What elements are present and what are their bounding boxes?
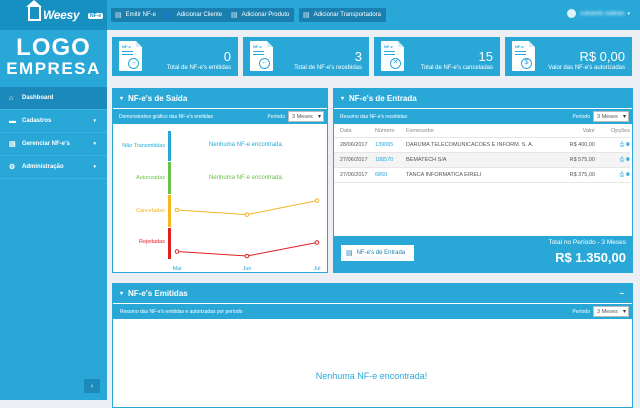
chevron-down-icon: ▾ bbox=[341, 96, 345, 102]
panel-header: ▾ NF-e's de Entrada bbox=[334, 89, 632, 108]
emitidas-panel: ▾ NF-e's Emitidas − Resumo das NF-e's emit… bbox=[112, 283, 633, 408]
data-point-canceladas-jun bbox=[244, 212, 250, 217]
stat-label: Total de NF-e's canceladas bbox=[420, 65, 493, 71]
gear-icon: ⚙ bbox=[9, 164, 16, 171]
stat-label: Valor das NF-e's autorizadas bbox=[548, 65, 625, 71]
user-icon: 👤 bbox=[164, 12, 173, 19]
table-header: Data Número Fornecedor Valor Opções bbox=[334, 125, 630, 138]
add-client-button[interactable]: 👤 Adicionar Cliente bbox=[160, 8, 228, 22]
nfe-number-link[interactable]: 188570 bbox=[375, 157, 406, 163]
sidebar-item-cadastros[interactable]: ▬ Cadastros ▾ bbox=[0, 110, 107, 133]
stat-value: 3 bbox=[354, 49, 362, 64]
sidebar-item-administracao[interactable]: ⚙ Administração ▾ bbox=[0, 156, 107, 179]
house-icon bbox=[26, 0, 42, 21]
stat-card-emitidas: NF-e → 0 Total de NF-e's emitidas bbox=[112, 37, 238, 76]
stat-card-recebidas: NF-e ← 3 Total de NF-e's recebidas bbox=[243, 37, 369, 76]
data-point-rejeitadas-jun bbox=[244, 253, 250, 259]
emitir-nfe-button[interactable]: ▤ Emitir NF-e bbox=[111, 8, 161, 22]
chevron-down-icon: ▾ bbox=[93, 164, 96, 170]
print-icon[interactable]: ⎙ bbox=[620, 157, 624, 163]
table-row: 27/06/2017 6860 TANCA INFORMATICA EIRELI… bbox=[334, 168, 630, 183]
data-point-canceladas-jul bbox=[314, 198, 320, 203]
document-out-icon: NF-e → bbox=[119, 41, 142, 71]
nfe-number-link[interactable]: 6860 bbox=[375, 172, 406, 178]
document-icon: ▤ bbox=[9, 141, 16, 148]
home-icon: ⌂ bbox=[9, 94, 14, 102]
sidebar-item-dashboard[interactable]: ⌂ Dashboard bbox=[0, 87, 107, 110]
document-icon: ▤ bbox=[303, 12, 310, 19]
chevron-down-icon: ▾ bbox=[120, 291, 124, 297]
view-icon[interactable]: ◉ bbox=[626, 142, 630, 148]
data-point-canceladas-mai bbox=[174, 207, 180, 213]
sidebar-item-gerenciar-nfe[interactable]: ▤ Gerenciar NF-e's ▾ bbox=[0, 133, 107, 156]
folder-icon: ▬ bbox=[9, 117, 16, 125]
saida-panel: ▾ NF-e's de Saída Demonstrativo gráfico d… bbox=[112, 88, 328, 273]
document-in-icon: NF-e ← bbox=[250, 41, 273, 71]
period-select[interactable]: 3 Meses bbox=[593, 306, 629, 317]
sidebar: LOGO EMPRESA ⌂ Dashboard ▬ Cadastros ▾ ▤ Ger… bbox=[0, 30, 107, 400]
stat-card-valor: NF-e $ R$ 0,00 Valor das NF-e's autorizad… bbox=[505, 37, 632, 76]
data-point-rejeitadas-mai bbox=[174, 249, 180, 254]
minimize-icon[interactable]: − bbox=[619, 289, 624, 298]
add-carrier-button[interactable]: ▤ Adicionar Transportadora bbox=[299, 8, 386, 22]
stat-value: 0 bbox=[223, 49, 231, 64]
stat-label: Total de NF-e's emitidas bbox=[166, 65, 231, 71]
print-icon[interactable]: ⎙ bbox=[620, 172, 624, 178]
avatar bbox=[567, 9, 577, 18]
user-name: Eduardo Salinas bbox=[580, 10, 625, 17]
table-row: 28/06/2017 139065 DARUMA TELECOMUNICACOE… bbox=[334, 138, 630, 153]
brand-name: Weesy bbox=[43, 8, 80, 22]
nfe-number-link[interactable]: 139065 bbox=[375, 142, 406, 148]
document-money-icon: NF-e $ bbox=[512, 41, 535, 71]
panel-subheader: Resumo das NF-e's emitidas e autorizadas… bbox=[113, 304, 632, 319]
panel-header: ▾ NF-e's Emitidas − bbox=[113, 284, 632, 303]
stat-value: 15 bbox=[478, 49, 493, 64]
entrada-panel: ▾ NF-e's de Entrada Resumo das NF-e's rec… bbox=[333, 88, 633, 273]
total-value: R$ 1.350,00 bbox=[555, 250, 626, 265]
stat-card-canceladas: NF-e ✕ 15 Total de NF-e's canceladas bbox=[374, 37, 500, 76]
company-logo: LOGO EMPRESA bbox=[6, 34, 101, 78]
top-navbar: Weesy NF-e ▤ Emitir NF-e 👤 Adicionar Clien… bbox=[0, 0, 640, 30]
collapse-sidebar-button[interactable]: ‹ bbox=[84, 379, 100, 393]
add-product-button[interactable]: ▤ Adicionar Produto bbox=[227, 8, 295, 22]
x-tick-label: Jun bbox=[243, 266, 252, 272]
brand-badge: NF-e bbox=[88, 13, 104, 19]
document-icon: ▤ bbox=[231, 12, 238, 19]
total-label: Total no Período - 3 Meses bbox=[548, 239, 626, 246]
brand-logo[interactable]: Weesy NF-e bbox=[0, 0, 107, 30]
entrada-footer: ▤ NF-e's de Entrada Total no Período - 3 … bbox=[334, 236, 632, 272]
chevron-down-icon: ▾ bbox=[93, 141, 96, 147]
stat-label: Total de NF-e's recebidas bbox=[294, 65, 362, 71]
view-icon[interactable]: ◉ bbox=[626, 157, 630, 163]
period-select[interactable]: 3 Meses bbox=[593, 111, 629, 122]
saida-line-chart: Mai Jun Jul bbox=[173, 198, 321, 272]
print-icon[interactable]: ⎙ bbox=[620, 142, 624, 148]
chevron-down-icon: ▾ bbox=[627, 10, 630, 17]
nfe-entrada-button[interactable]: ▤ NF-e's de Entrada bbox=[341, 245, 414, 261]
chevron-down-icon: ▾ bbox=[93, 118, 96, 124]
user-menu[interactable]: Eduardo Salinas ▾ bbox=[567, 9, 630, 18]
stat-value: R$ 0,00 bbox=[579, 49, 625, 64]
document-icon: ▤ bbox=[346, 250, 353, 257]
document-cancel-icon: NF-e ✕ bbox=[381, 41, 404, 71]
view-icon[interactable]: ◉ bbox=[626, 172, 630, 178]
period-filter: Período 3 Meses bbox=[572, 111, 629, 122]
x-tick-label: Jul bbox=[313, 266, 320, 272]
data-point-rejeitadas-jul bbox=[314, 240, 320, 245]
x-tick-label: Mai bbox=[173, 266, 182, 272]
period-filter: Período 3 Meses bbox=[572, 306, 629, 317]
document-icon: ▤ bbox=[115, 12, 122, 19]
entrada-table: Data Número Fornecedor Valor Opções 28/0… bbox=[334, 125, 630, 183]
table-row: 27/06/2017 188570 BEMATECH S/A R$ 575,00… bbox=[334, 153, 630, 168]
empty-message: Nenhuma NF-e encontrada! bbox=[315, 371, 428, 381]
